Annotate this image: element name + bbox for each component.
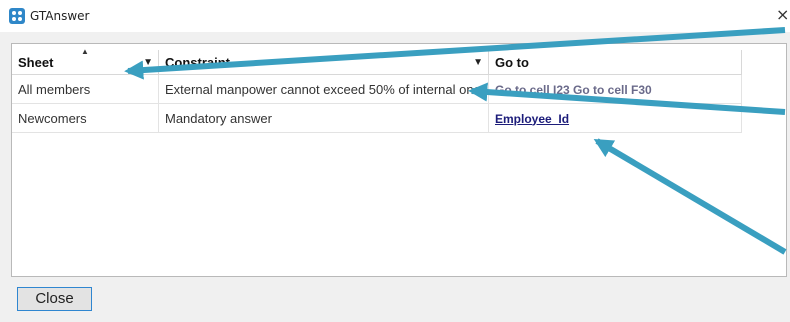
- cell-constraint: Mandatory answer: [158, 103, 489, 133]
- cell-sheet: Newcomers: [12, 103, 159, 133]
- table-row[interactable]: Newcomers Mandatory answer Employee_Id: [12, 103, 742, 133]
- column-header-constraint[interactable]: Constraint ▼: [158, 50, 489, 75]
- table-header-row: Sheet ▲ ▼ Constraint ▼ Go to: [12, 47, 742, 75]
- column-header-constraint-label: Constraint: [165, 54, 230, 70]
- window-title: GTAnswer: [30, 9, 90, 23]
- column-header-goto-label: Go to: [495, 54, 529, 70]
- column-header-sheet[interactable]: Sheet ▲ ▼: [12, 47, 159, 75]
- dropdown-arrow-icon[interactable]: ▼: [143, 57, 153, 68]
- cell-goto: Go to cell I23 Go to cell F30: [488, 74, 742, 104]
- column-header-sheet-label: Sheet: [18, 54, 54, 70]
- table-row[interactable]: All members External manpower cannot exc…: [12, 74, 742, 104]
- dropdown-arrow-icon[interactable]: ▼: [473, 57, 483, 68]
- goto-cell-links[interactable]: Go to cell I23 Go to cell F30: [495, 83, 652, 97]
- constraints-table-frame: Sheet ▲ ▼ Constraint ▼ Go to All members: [11, 43, 787, 277]
- constraints-table: Sheet ▲ ▼ Constraint ▼ Go to All members: [12, 47, 742, 133]
- dialog-window: GTAnswer × Sheet ▲ ▼ Constraint ▼ Go to: [0, 0, 790, 322]
- title-bar: GTAnswer ×: [0, 0, 790, 32]
- close-icon[interactable]: ×: [776, 5, 790, 24]
- cell-constraint: External manpower cannot exceed 50% of i…: [158, 74, 489, 104]
- app-grid-icon: [9, 8, 25, 24]
- cell-goto: Employee_Id: [488, 103, 742, 133]
- goto-link-employee-id[interactable]: Employee_Id: [495, 112, 569, 126]
- column-header-goto[interactable]: Go to: [488, 50, 742, 75]
- sort-ascending-icon: ▲: [81, 47, 89, 56]
- close-button[interactable]: Close: [17, 287, 92, 311]
- cell-sheet: All members: [12, 74, 159, 104]
